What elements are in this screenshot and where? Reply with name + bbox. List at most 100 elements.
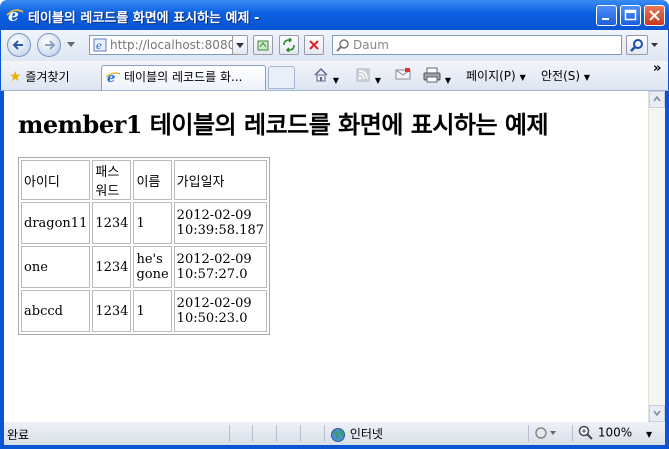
safety-menu-label: 안전(S) [541, 69, 581, 83]
status-text: 완료 [7, 428, 30, 442]
status-divider [276, 425, 277, 442]
back-arrow-icon [12, 40, 23, 50]
home-dropdown-icon[interactable]: ▼ [333, 76, 339, 85]
print-dropdown-icon[interactable]: ▼ [445, 76, 451, 85]
scroll-up-arrow-icon [653, 95, 661, 102]
cell-password: 1234 [92, 290, 132, 332]
zoom-dropdown-icon[interactable]: ▼ [646, 430, 652, 439]
column-header-name: 이름 [133, 160, 172, 200]
refresh-button[interactable] [279, 35, 299, 55]
scroll-down-button[interactable] [649, 405, 665, 422]
cell-password: 1234 [92, 246, 132, 288]
rss-feed-icon [356, 68, 370, 82]
join-date: 2012-02-09 [176, 252, 252, 267]
compatibility-icon [257, 40, 269, 51]
maximize-button[interactable] [620, 5, 641, 26]
navigation-bar: e http://localhost:8080 Daum [0, 30, 669, 61]
printer-icon [423, 67, 441, 83]
cell-id: dragon11 [21, 202, 91, 244]
tab-title: 테이블의 레코드를 화... [124, 70, 243, 84]
search-placeholder: Daum [353, 38, 389, 52]
minimize-button[interactable] [596, 5, 617, 26]
feeds-button[interactable]: ▼ [355, 67, 381, 86]
zone-label: 인터넷 [349, 427, 383, 441]
title-bar: e 테이블의 레코드를 화면에 표시하는 예제 - [0, 0, 669, 30]
scroll-down-arrow-icon [653, 410, 661, 417]
cell-join-date: 2012-02-09 10:50:23.0 [173, 290, 268, 332]
forward-arrow-icon [45, 40, 56, 50]
back-button[interactable] [7, 33, 31, 57]
page-icon: e [93, 38, 107, 52]
compatibility-view-button[interactable] [253, 35, 273, 55]
join-time: 10:39:58.187 [176, 223, 265, 238]
home-icon [314, 67, 328, 82]
join-date: 2012-02-09 [176, 208, 252, 223]
address-text: http://localhost:8080 [110, 38, 236, 52]
cell-id: abccd [21, 290, 91, 332]
cell-join-date: 2012-02-09 10:57:27.0 [173, 246, 268, 288]
close-icon [649, 10, 660, 21]
status-bar: 완료 인터넷 100% ▼ [0, 422, 669, 449]
vertical-scrollbar[interactable] [648, 91, 665, 422]
security-zone[interactable]: 인터넷 [330, 425, 383, 443]
status-divider [252, 425, 253, 442]
search-go-icon [630, 39, 643, 52]
favorites-star-icon: ★ [9, 69, 22, 85]
status-divider [300, 425, 301, 442]
more-tools-chevron-icon[interactable]: » [653, 61, 661, 76]
page-heading: member1 테이블의 레코드를 화면에 표시하는 예제 [18, 110, 549, 139]
favorites-button[interactable]: ★ 즐겨찾기 [9, 68, 70, 85]
protected-mode-button[interactable] [534, 426, 556, 443]
status-divider [229, 425, 230, 442]
ie-logo-icon: e [6, 6, 24, 24]
globe-icon [331, 427, 345, 442]
column-header-password: 패스워드 [92, 160, 132, 200]
feeds-dropdown-icon[interactable]: ▼ [375, 76, 381, 85]
cell-join-date: 2012-02-09 10:39:58.187 [173, 202, 268, 244]
svg-text:e: e [96, 41, 102, 52]
page-menu[interactable]: 페이지(P) ▼ [466, 67, 526, 84]
print-button[interactable]: ▼ [423, 67, 451, 86]
column-header-join-date: 가입일자 [173, 160, 268, 200]
search-field[interactable]: Daum [332, 35, 622, 55]
safety-menu[interactable]: 안전(S) ▼ [541, 67, 590, 84]
active-tab[interactable]: e 테이블의 레코드를 화... [101, 65, 266, 90]
read-mail-button[interactable] [395, 67, 411, 84]
home-button[interactable]: ▼ [313, 67, 339, 86]
cell-name: 1 [133, 202, 172, 244]
page-menu-label: 페이지(P) [466, 69, 516, 83]
scroll-up-button[interactable] [649, 91, 665, 108]
new-tab-button[interactable] [268, 66, 295, 89]
status-divider [528, 425, 529, 442]
page-menu-dropdown-icon: ▼ [519, 73, 526, 82]
history-dropdown-icon[interactable] [67, 42, 75, 48]
favorites-bar: ★ 즐겨찾기 e 테이블의 레코드를 화... ▼ ▼ ▼ 페이지(P) ▼ 안… [0, 61, 669, 91]
search-button[interactable] [626, 35, 648, 55]
window-title: 테이블의 레코드를 화면에 표시하는 예제 - [28, 11, 260, 26]
zoom-control[interactable]: 100% ▼ [578, 425, 652, 441]
table-row: abccd 1234 1 2012-02-09 10:50:23.0 [21, 290, 268, 332]
close-window-button[interactable] [644, 5, 665, 26]
forward-button[interactable] [37, 33, 61, 57]
table-row: one 1234 he's gone 2012-02-09 10:57:27.0 [21, 246, 268, 288]
svg-text:e: e [8, 6, 19, 24]
cell-password: 1234 [92, 202, 132, 244]
zoom-icon [578, 425, 593, 440]
join-date: 2012-02-09 [176, 296, 252, 311]
maximize-icon [624, 9, 637, 21]
zoom-level: 100% [597, 425, 633, 440]
page-content: member1 테이블의 레코드를 화면에 표시하는 예제 아이디 패스워드 이… [0, 91, 669, 422]
search-options-dropdown-icon[interactable] [651, 43, 658, 48]
column-header-id: 아이디 [21, 160, 91, 200]
cell-name: 1 [133, 290, 172, 332]
stop-button[interactable] [304, 35, 324, 55]
address-dropdown-button[interactable] [232, 35, 248, 55]
join-time: 10:57:27.0 [176, 267, 248, 282]
status-divider [572, 425, 573, 442]
address-field[interactable]: e http://localhost:8080 [89, 35, 247, 55]
minimize-icon [602, 18, 609, 20]
safety-menu-dropdown-icon: ▼ [583, 73, 591, 82]
favorites-label: 즐겨찾기 [25, 70, 70, 84]
search-icon [336, 39, 349, 52]
protected-mode-icon [535, 427, 556, 439]
